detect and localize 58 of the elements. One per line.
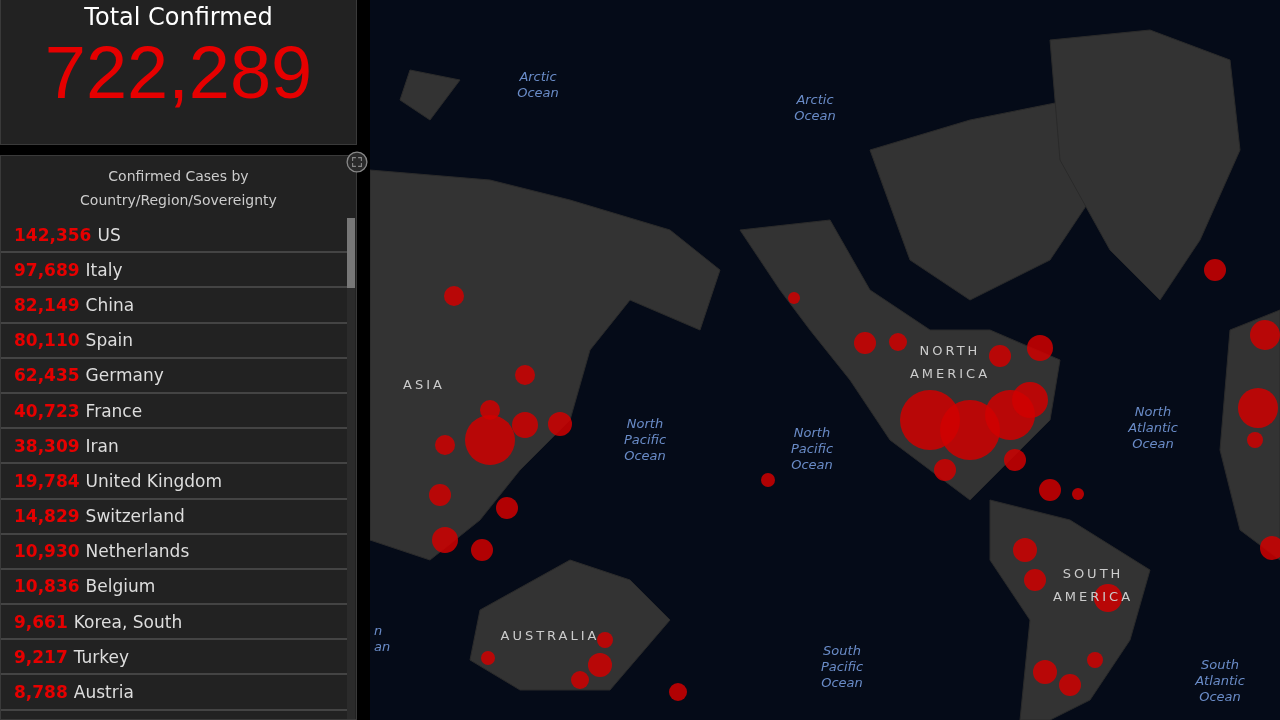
country-name: France [85,400,143,421]
ocean-label: North Atlantic Ocean [1128,404,1178,452]
expand-icon[interactable] [346,151,368,173]
total-title: Total Confirmed [84,3,273,31]
country-name: Germany [85,365,164,386]
country-row[interactable]: 80,110 Spain [1,323,347,359]
continent-label: NORTH AMERICA [909,342,991,383]
ocean-label: North Pacific Ocean [623,416,667,464]
total-count: 722,289 [44,31,313,115]
country-name: Turkey [73,646,130,667]
country-name: United Kingdom [85,470,223,491]
country-row[interactable]: 14,829 Switzerland [1,499,347,535]
ocean-label: South Pacific Ocean [820,643,864,691]
case-count: 9,217 [14,646,68,667]
country-name: Austria [73,682,134,703]
country-name: Iran [85,435,119,456]
ocean-label: North Pacific Ocean [790,425,834,473]
case-count: 10,836 [14,576,80,597]
country-row[interactable]: 97,689 Italy [1,253,347,289]
case-count: 62,435 [14,365,80,386]
country-name: US [97,224,121,245]
country-row[interactable]: 10,930 Netherlands [1,534,347,570]
country-name: Belgium [85,576,156,597]
ocean-label: South Atlantic Ocean [1195,657,1245,705]
country-row[interactable]: 9,217 Turkey [1,640,347,676]
country-name: Italy [85,259,123,280]
country-row[interactable]: 9,661 Korea, South [1,605,347,641]
country-row[interactable]: 38,309 Iran [1,429,347,465]
case-count: 8,788 [14,682,68,703]
case-count: 10,930 [14,541,80,562]
scrollbar[interactable] [347,218,355,719]
country-row[interactable]: 62,435 Germany [1,358,347,394]
country-name: Spain [85,330,134,351]
list-title: Confirmed Cases by Country/Region/Sovereignty [79,167,278,210]
continent-label: AUSTRALIA [500,626,600,645]
case-count: 14,829 [14,506,80,527]
case-count: 97,689 [14,259,80,280]
case-count: 9,661 [14,611,68,632]
country-name: Korea, South [73,611,183,632]
ocean-label: Arctic Ocean [794,92,836,124]
country-row[interactable]: 82,149 China [1,288,347,324]
continent-label: ASIA [403,375,445,394]
case-count: 80,110 [14,330,80,351]
case-count: 19,784 [14,470,80,491]
country-row[interactable]: 8,788 Austria [1,675,347,711]
ocean-label: Arctic Ocean [517,69,559,101]
country-row[interactable]: 19,784 United Kingdom [1,464,347,500]
case-count: 82,149 [14,294,80,315]
case-count: 40,723 [14,400,80,421]
country-name: China [85,294,135,315]
country-row[interactable]: 40,723 France [1,393,347,430]
country-row[interactable]: 142,356 US [1,218,347,254]
case-count: 142,356 [14,224,92,245]
country-name: Switzerland [85,506,185,527]
country-row[interactable]: 10,836 Belgium [1,569,347,606]
case-count: 38,309 [14,435,80,456]
country-name: Netherlands [85,541,190,562]
ocean-label: n an [374,623,391,655]
